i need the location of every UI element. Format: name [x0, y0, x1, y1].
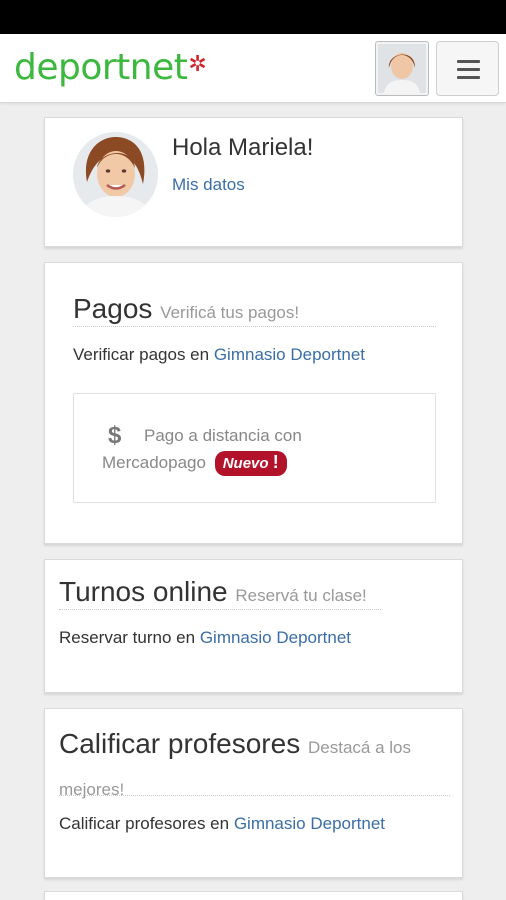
calificar-title: Calificar profesores Destacá a los mejor… [59, 725, 454, 809]
hamburger-icon-bar [457, 76, 480, 79]
menu-button[interactable] [436, 41, 499, 96]
top-navbar: deportnet✲ [0, 34, 506, 103]
status-bar [0, 0, 506, 34]
mercadopago-text-line2: Mercadopago [102, 453, 206, 472]
pagos-card: Pagos Verificá tus pagos! Verificar pago… [44, 262, 463, 544]
pagos-title: Pagos Verificá tus pagos! [73, 293, 299, 325]
turnos-gimnasio-link[interactable]: Gimnasio Deportnet [200, 628, 351, 647]
profile-card: Hola Mariela! Mis datos [44, 117, 463, 247]
calificar-divider [59, 795, 450, 796]
avatar-icon [378, 44, 426, 93]
mercadopago-box[interactable]: $ Pago a distancia con Mercadopago Nuevo… [73, 393, 436, 503]
turnos-title-text: Turnos online [59, 576, 228, 607]
calificar-line-prefix: Calificar profesores en [59, 814, 230, 833]
pagos-line: Verificar pagos en Gimnasio Deportnet [73, 345, 365, 365]
turnos-line: Reservar turno en Gimnasio Deportnet [59, 628, 351, 648]
exclamation-icon: ! [272, 452, 279, 472]
turnos-divider [59, 609, 381, 610]
turnos-line-prefix: Reservar turno en [59, 628, 196, 647]
profile-photo [73, 132, 158, 217]
turnos-card: Turnos online Reservá tu clase! Reservar… [44, 559, 463, 693]
profile-photo-image [73, 132, 158, 217]
calificar-card: Calificar profesores Destacá a los mejor… [44, 708, 463, 878]
pagos-gimnasio-link[interactable]: Gimnasio Deportnet [214, 345, 365, 364]
mis-datos-link[interactable]: Mis datos [172, 175, 245, 195]
pagos-divider [73, 326, 436, 327]
mercadopago-text-line1: Pago a distancia con [144, 426, 302, 445]
pagos-line-prefix: Verificar pagos en [73, 345, 210, 364]
hamburger-icon-bar [457, 68, 480, 71]
user-avatar-button[interactable] [375, 41, 429, 96]
calificar-line: Calificar profesores en Gimnasio Deportn… [59, 814, 385, 834]
mercadopago-text: Pago a distancia con Mercadopago Nuevo ! [102, 422, 402, 476]
deportnet-logo[interactable]: deportnet✲ [14, 47, 207, 93]
nuevo-badge: Nuevo ! [214, 451, 287, 476]
hamburger-icon [457, 60, 480, 63]
nuevo-badge-text: Nuevo [222, 455, 269, 472]
turnos-subtitle: Reservá tu clase! [235, 586, 367, 605]
turnos-title: Turnos online Reservá tu clase! [59, 576, 367, 608]
calificar-title-text: Calificar profesores [59, 728, 301, 759]
logo-star-icon: ✲ [188, 52, 207, 77]
calificar-gimnasio-link[interactable]: Gimnasio Deportnet [234, 814, 385, 833]
pagos-title-text: Pagos [73, 293, 153, 324]
pagos-subtitle: Verificá tus pagos! [160, 303, 300, 322]
greeting-text: Hola Mariela! [172, 134, 314, 161]
next-card-partial [44, 891, 463, 900]
logo-text: deportnet [14, 47, 188, 88]
